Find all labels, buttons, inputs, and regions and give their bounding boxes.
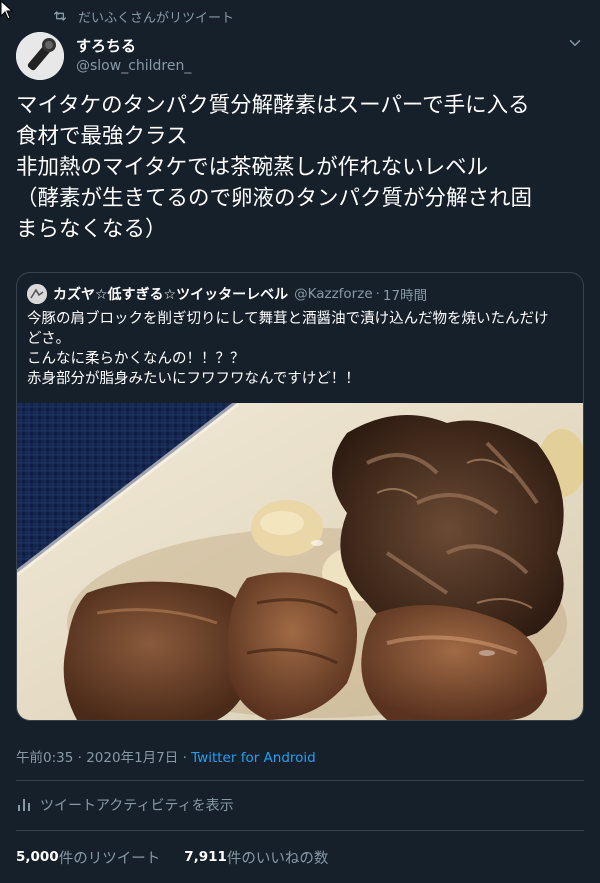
quoted-tweet-text-line: 赤身部分が脂身みたいにフワフワなんですけど！！: [27, 371, 360, 387]
tweet-stats: 5,000 件のリツイート 7,911 件のいいねの数: [16, 846, 328, 868]
mouse-pointer-icon: [0, 0, 14, 20]
quoted-tweet-author-name: カズヤ☆低すぎる☆ツイッターレベル: [53, 287, 289, 303]
retweet-count-label[interactable]: 件のリツイート: [59, 847, 161, 868]
tweet-text-line: マイタケのタンパク質分解酵素はスーパーで手に入る: [16, 93, 530, 118]
quoted-tweet-author-handle: @Kazzforze: [294, 286, 373, 302]
tweet-text-line: 食材で最強クラス: [16, 124, 188, 149]
quoted-tweet-photo[interactable]: [17, 403, 583, 720]
chevron-down-icon[interactable]: [566, 34, 584, 52]
quoted-tweet-text-line: 今豚の肩ブロックを削ぎ切りにして舞茸と酒醤油で漬け込んだ物を焼いたんだけ: [27, 311, 549, 327]
tweet-text: マイタケのタンパク質分解酵素はスーパーで手に入る 食材で最強クラス 非加熱のマイ…: [16, 90, 586, 245]
tweet-activity-link[interactable]: ツイートアクティビティを表示: [16, 794, 234, 816]
retweet-context-label: だいふくさんがリツイート: [78, 10, 235, 26]
avatar-image: [16, 32, 64, 80]
tweet-meta: 午前0:35 · 2020年1月7日 · Twitter for Android: [16, 746, 316, 766]
like-count-label[interactable]: 件のいいねの数: [227, 847, 329, 868]
quoted-tweet-text-line: どさ。: [27, 331, 71, 347]
quoted-tweet-card[interactable]: カズヤ☆低すぎる☆ツイッターレベル @Kazzforze · 17時間 今豚の肩…: [16, 272, 584, 721]
tweet-meta-separator: ·: [182, 750, 187, 766]
author-handle[interactable]: @slow_children_: [76, 58, 191, 74]
quoted-tweet-separator: ·: [375, 286, 380, 302]
quoted-tweet-text-line: こんなに柔らかくなんの！！？？: [27, 351, 245, 367]
quoted-tweet-text: 今豚の肩ブロックを削ぎ切りにして舞茸と酒醤油で漬け込んだ物を焼いたんだけ どさ。…: [27, 309, 575, 389]
avatar[interactable]: [16, 32, 64, 80]
divider: [16, 830, 584, 831]
divider: [16, 780, 584, 781]
tweet-date[interactable]: 2020年1月7日: [86, 750, 178, 766]
quoted-tweet-time: 17時間: [382, 288, 428, 304]
like-count[interactable]: 7,911: [184, 849, 227, 865]
tweet-text-line: 非加熱のマイタケでは茶碗蒸しが作れないレベル: [16, 155, 489, 180]
retweet-icon: [54, 11, 66, 21]
tweet-text-line: （酵素が生きてるので卵液のタンパク質が分解され固: [16, 186, 533, 211]
tweet-text-line: まらなくなる）: [16, 217, 167, 242]
quoted-tweet-avatar: [27, 284, 47, 304]
tweet-time[interactable]: 午前0:35: [16, 750, 73, 766]
tweet-source-link[interactable]: Twitter for Android: [191, 750, 316, 766]
retweet-count[interactable]: 5,000: [16, 849, 59, 865]
author-name[interactable]: すろちる: [76, 35, 136, 56]
quoted-tweet-header: カズヤ☆低すぎる☆ツイッターレベル @Kazzforze · 17時間: [27, 283, 427, 305]
bar-chart-icon: [18, 799, 30, 811]
retweet-context[interactable]: だいふくさんがリツイート: [52, 6, 234, 26]
tweet-activity-label: ツイートアクティビティを表示: [40, 798, 234, 814]
tweet-meta-separator: ·: [77, 750, 82, 766]
